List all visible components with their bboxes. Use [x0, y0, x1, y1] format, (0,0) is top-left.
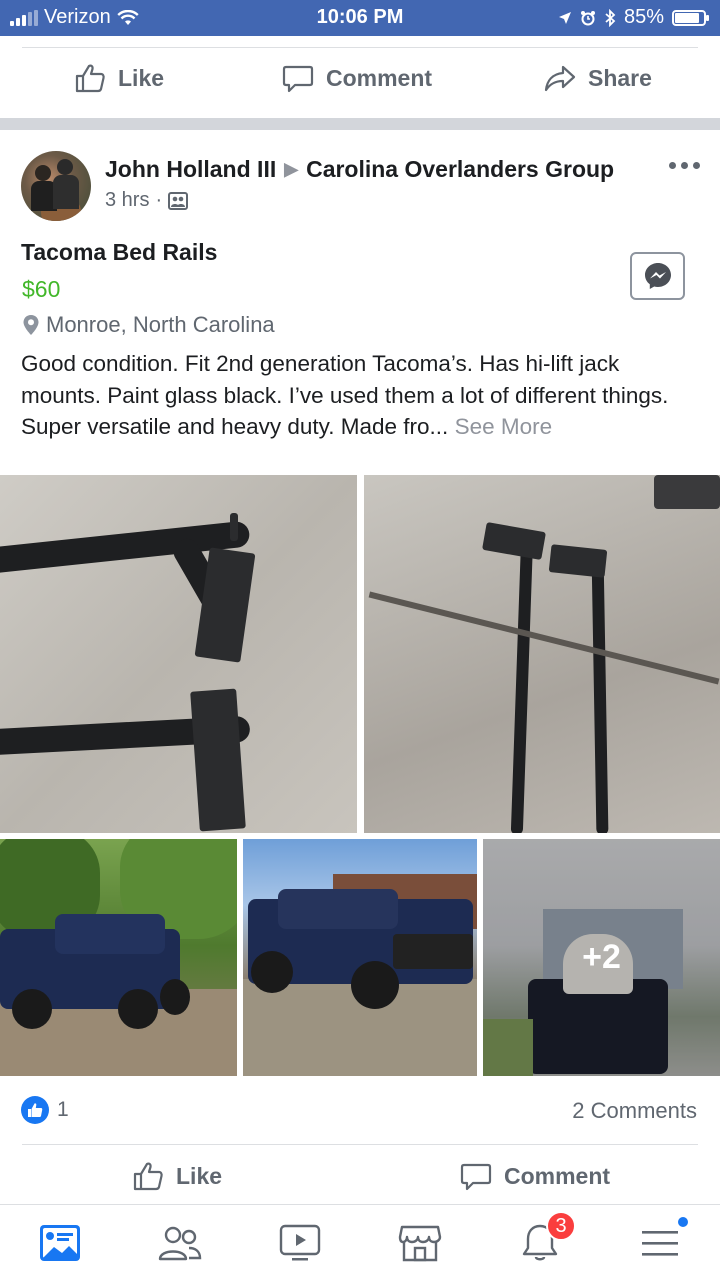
comment-label: Comment — [326, 64, 433, 91]
tab-menu[interactable] — [636, 1215, 690, 1267]
like-label: Like — [118, 64, 165, 91]
battery-fill — [675, 12, 699, 23]
see-more-link[interactable]: See More — [455, 414, 553, 439]
more-photos-overlay[interactable]: +2 — [483, 839, 720, 1076]
menu-new-dot — [676, 1215, 690, 1229]
like-reaction-icon — [21, 1096, 49, 1124]
like-icon — [75, 64, 105, 93]
news-feed-icon — [40, 1225, 80, 1261]
post-author-line: John Holland III ▶ Carolina Overlanders … — [105, 156, 614, 183]
divider — [22, 1144, 698, 1145]
more-photos-count: +2 — [582, 938, 621, 976]
feed-separator — [0, 118, 720, 130]
comment-label: Comment — [504, 1162, 611, 1189]
like-count: 1 — [57, 1098, 69, 1121]
marketplace-icon — [398, 1225, 442, 1262]
location-text: Monroe, North Carolina — [46, 312, 275, 337]
post-meta: 3 hrs · — [105, 189, 189, 212]
share-label: Share — [588, 64, 652, 91]
tab-bar: 3 — [0, 1204, 720, 1280]
messenger-icon — [644, 263, 671, 289]
comment-button[interactable]: Comment — [282, 62, 432, 94]
more-options-icon[interactable] — [669, 162, 700, 169]
photo-1[interactable] — [0, 475, 357, 833]
comment-icon — [460, 1163, 492, 1191]
like-button[interactable]: Like — [74, 62, 164, 94]
like-label: Like — [176, 1162, 223, 1189]
listing-location: Monroe, North Carolina — [22, 312, 275, 338]
reaction-summary[interactable]: 1 — [21, 1096, 69, 1124]
meta-separator: · — [155, 189, 163, 211]
photo-4[interactable] — [243, 839, 477, 1076]
group-name[interactable]: Carolina Overlanders Group — [306, 156, 614, 183]
group-privacy-icon — [168, 191, 189, 210]
comment-icon — [282, 65, 314, 93]
post-text: Good condition. Fit 2nd generation Tacom… — [21, 348, 701, 443]
comments-count[interactable]: 2 Comments — [572, 1098, 697, 1124]
arrow-right-icon: ▶ — [284, 159, 299, 179]
tab-friends[interactable] — [156, 1219, 204, 1267]
battery-percent: 85% — [623, 6, 664, 28]
like-button[interactable]: Like — [132, 1160, 222, 1192]
alarm-icon — [580, 10, 595, 25]
friends-icon — [158, 1226, 202, 1261]
comment-button[interactable]: Comment — [460, 1160, 610, 1192]
photo-3[interactable] — [0, 839, 237, 1076]
avatar[interactable] — [21, 151, 91, 221]
photo-5[interactable]: +2 — [483, 839, 720, 1076]
share-icon — [544, 65, 576, 92]
photo-2[interactable] — [364, 475, 720, 833]
top-action-row: Like Comment Share — [0, 48, 720, 118]
status-right: 85% — [558, 6, 709, 29]
post-body: Good condition. Fit 2nd generation Tacom… — [21, 351, 669, 439]
location-pin-icon — [23, 315, 39, 335]
tab-watch[interactable] — [276, 1219, 324, 1267]
status-bar: Verizon 10:06 PM 85% — [0, 0, 720, 36]
location-icon — [558, 11, 571, 24]
message-seller-button[interactable] — [630, 252, 685, 300]
like-icon — [133, 1162, 163, 1191]
notification-badge: 3 — [546, 1211, 576, 1241]
tab-notifications[interactable]: 3 — [516, 1211, 576, 1267]
post-time[interactable]: 3 hrs — [105, 189, 149, 212]
share-button[interactable]: Share — [544, 62, 652, 94]
bluetooth-icon — [605, 8, 616, 27]
battery-icon — [672, 9, 709, 26]
tab-marketplace[interactable] — [396, 1219, 444, 1267]
listing-price: $60 — [22, 276, 61, 302]
menu-icon — [642, 1231, 678, 1256]
listing-title: Tacoma Bed Rails — [21, 239, 218, 265]
tab-news-feed[interactable] — [36, 1219, 84, 1267]
author-name[interactable]: John Holland III — [105, 156, 276, 183]
watch-icon — [279, 1224, 321, 1261]
